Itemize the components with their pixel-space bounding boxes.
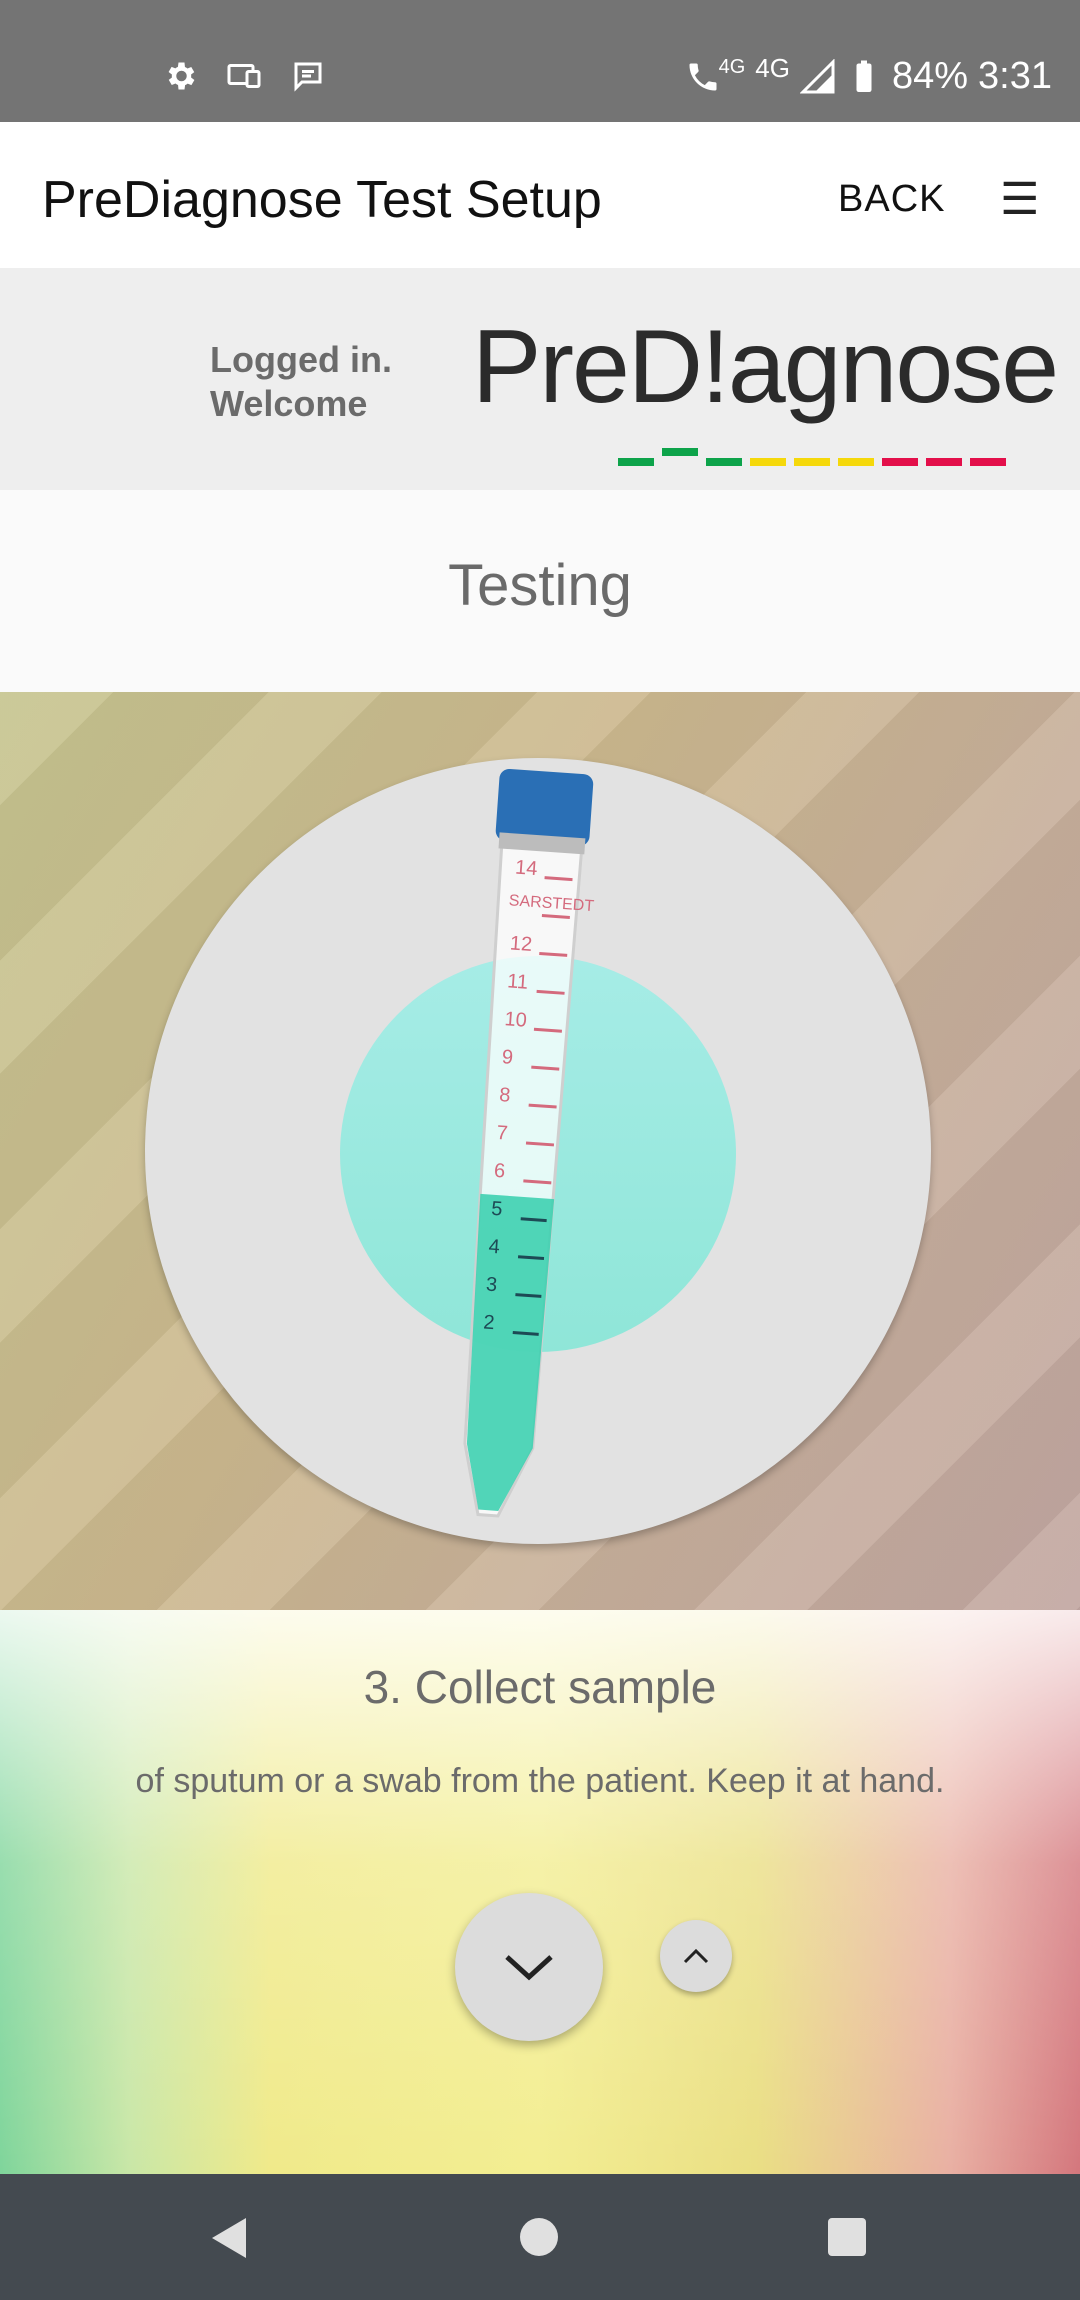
gear-icon [168,62,195,90]
tube-mark-4: 4 [488,1236,501,1259]
tube-mark-2: 2 [483,1311,496,1334]
logo-dash-yellow [838,458,874,466]
step-panel: 3. Collect sample of sputum or a swab fr… [0,1610,1080,2174]
status-left-icons [162,58,326,94]
logo-dash-red [970,458,1006,466]
call-icon [689,63,717,90]
tube-mark-14: 14 [514,857,538,880]
section-header: Testing [0,490,1080,692]
tube-mark-8: 8 [499,1084,512,1107]
logo-dash-red [882,458,918,466]
menu-icon[interactable]: ☰ [1000,174,1039,225]
logo-dash-yellow [794,458,830,466]
tube-mark-3: 3 [485,1274,498,1297]
step-title: 3. Collect sample [363,1661,717,1713]
previous-step-button[interactable] [660,1920,732,1992]
battery-percent: 84% [891,55,969,97]
call-network-label: 4G [718,56,746,78]
illustration-disc: 14 12 11 10 9 8 7 6 5 4 3 2 SARSTEDT [145,758,931,1544]
section-title: Testing [448,553,632,618]
nav-home-icon[interactable] [520,2218,558,2256]
app-bar: PreDiagnose Test Setup BACK ☰ [0,122,1080,268]
battery-icon [856,60,872,92]
step-illustration: 14 12 11 10 9 8 7 6 5 4 3 2 SARSTEDT [0,692,1080,1610]
logo-dash-yellow [750,458,786,466]
logo-dash-green [618,458,654,466]
tube-mark-11: 11 [506,970,528,993]
welcome-text: Logged in. Welcome [210,338,392,426]
step-description: of sputum or a swab from the patient. Ke… [135,1762,945,1800]
brand-banner: Logged in. Welcome PreD!agnose [0,268,1080,490]
prediagnose-logo: PreD!agnose [472,308,1059,466]
next-step-button[interactable] [455,1893,603,2041]
sample-tube-image: 14 12 11 10 9 8 7 6 5 4 3 2 SARSTEDT [463,768,595,1518]
logo-dash-green [662,448,698,456]
message-icon [294,62,322,92]
tube-mark-6: 6 [493,1160,506,1183]
logo-dash-green [706,458,742,466]
page-title: PreDiagnose Test Setup [42,171,602,229]
network-label: 4G [755,53,790,83]
welcome-line-1: Logged in. [210,339,392,380]
tube-mark-5: 5 [491,1198,504,1221]
chevron-down-icon [505,1955,553,1981]
welcome-line-2: Welcome [210,383,368,424]
nav-recents-icon[interactable] [828,2218,866,2256]
nav-back-icon[interactable] [210,2216,250,2260]
signal-icon [799,58,835,93]
status-right: 4G 4G 84% 3:31 [685,53,1052,98]
logo-text: PreD!agnose [472,309,1059,425]
back-button[interactable]: BACK [838,178,945,221]
tube-mark-9: 9 [501,1046,514,1069]
tube-mark-12: 12 [509,932,533,955]
chevron-up-icon [683,1948,709,1964]
logo-color-bar [618,448,1006,466]
system-nav-bar [0,2174,1080,2300]
logo-dash-red [926,458,962,466]
tube-mark-10: 10 [504,1008,528,1031]
cast-icon [227,64,261,88]
tube-mark-7: 7 [496,1122,509,1145]
status-bar: 4G 4G 84% 3:31 [0,0,1080,122]
clock: 3:31 [978,55,1052,97]
